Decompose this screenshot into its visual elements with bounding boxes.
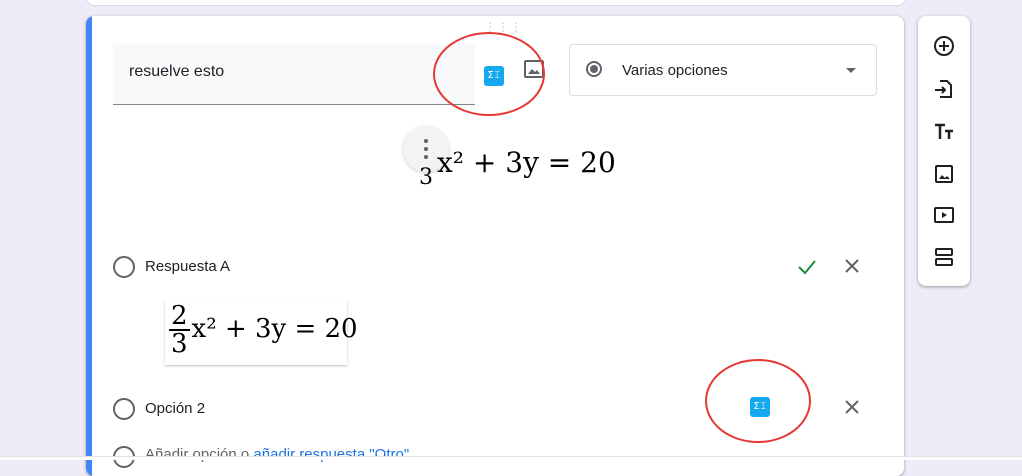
add-section-icon[interactable] (932, 245, 956, 269)
close-icon[interactable] (842, 397, 862, 417)
add-question-icon[interactable] (932, 34, 956, 58)
option-radio[interactable] (113, 256, 135, 278)
add-option-link[interactable]: Añadir opción (145, 446, 237, 463)
drag-handle-icon[interactable]: ⋮⋮⋮ (484, 21, 523, 33)
add-option-separator: o (240, 446, 250, 463)
option-radio[interactable] (113, 398, 135, 420)
card-accent-bar (86, 16, 92, 476)
add-other-link[interactable]: añadir respuesta "Otro" (253, 446, 409, 463)
page-bottom-edge (0, 456, 1022, 460)
annotation-circle (705, 359, 811, 443)
floating-toolbar (918, 16, 970, 286)
question-title-field[interactable]: resuelve esto (113, 44, 475, 105)
check-icon[interactable] (796, 256, 818, 278)
equation-expression: x² + 3y = 20 (437, 146, 616, 179)
question-title-input[interactable]: resuelve esto (129, 63, 224, 81)
equation-lead: 3 (419, 165, 433, 190)
radio-selected-icon (586, 61, 602, 77)
add-title-icon[interactable] (932, 120, 956, 144)
answer-equation-image[interactable]: 2 3 x² + 3y = 20 (165, 301, 358, 365)
close-icon[interactable] (842, 256, 862, 276)
question-type-dropdown[interactable]: Varias opciones (569, 44, 877, 96)
fraction: 2 3 (169, 303, 190, 357)
fraction-denominator: 3 (171, 329, 188, 359)
add-option-row: Añadir opción o añadir respuesta "Otro" (145, 446, 409, 463)
option-label[interactable]: Respuesta A (145, 258, 230, 275)
chevron-down-icon (846, 68, 856, 73)
fraction-numerator: 2 (169, 301, 190, 331)
add-image-icon[interactable] (932, 162, 956, 186)
import-questions-icon[interactable] (932, 77, 956, 101)
answer-equation: 2 3 x² + 3y = 20 (169, 303, 358, 357)
add-video-icon[interactable] (932, 203, 956, 227)
question-card[interactable]: ⋮⋮⋮ resuelve esto Σ𝙸 Varias opciones 3 x… (86, 16, 904, 476)
annotation-circle (433, 32, 545, 116)
option-label[interactable]: Opción 2 (145, 400, 205, 417)
question-type-label: Varias opciones (622, 62, 728, 79)
previous-card-edge (86, 0, 906, 6)
answer-expression: x² + 3y = 20 (191, 314, 358, 344)
